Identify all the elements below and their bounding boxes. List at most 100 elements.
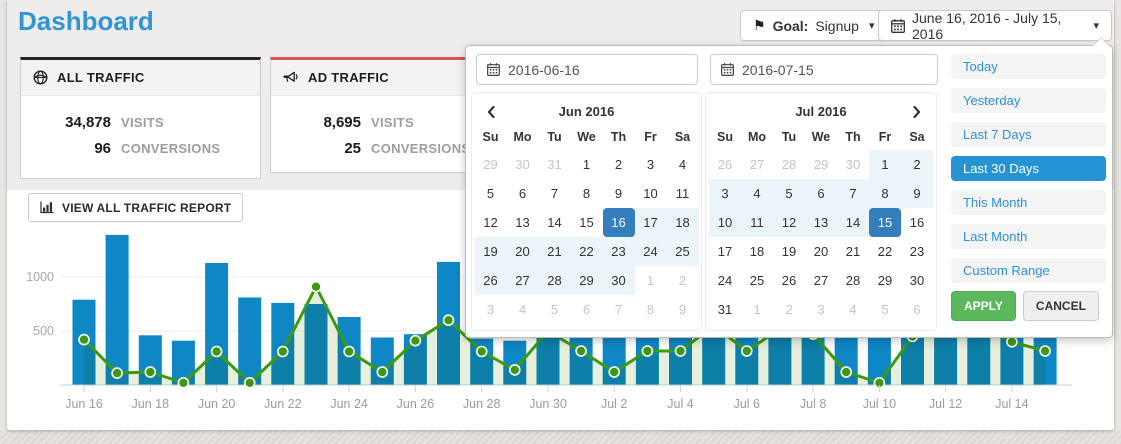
calendar-day[interactable]: 19 <box>475 237 507 266</box>
calendar-day[interactable]: 13 <box>507 208 539 237</box>
calendar-day[interactable]: 28 <box>837 266 869 295</box>
calendar-day[interactable]: 25 <box>667 237 699 266</box>
calendar-day[interactable]: 14 <box>837 208 869 237</box>
calendar-day[interactable]: 21 <box>539 237 571 266</box>
calendar-day[interactable]: 2 <box>773 295 805 324</box>
calendar-day[interactable]: 16 <box>603 208 635 237</box>
calendar-day[interactable]: 25 <box>741 266 773 295</box>
calendar-day[interactable]: 30 <box>507 150 539 179</box>
end-date-input[interactable] <box>742 62 927 78</box>
calendar-day[interactable]: 31 <box>539 150 571 179</box>
calendar-day[interactable]: 24 <box>635 237 667 266</box>
calendar-day[interactable]: 4 <box>667 150 699 179</box>
calendar-day[interactable]: 29 <box>869 266 901 295</box>
calendar-day[interactable]: 23 <box>901 237 933 266</box>
calendar-day[interactable]: 24 <box>709 266 741 295</box>
calendar-day[interactable]: 7 <box>539 179 571 208</box>
calendar-day[interactable]: 20 <box>805 237 837 266</box>
calendar-day[interactable]: 28 <box>539 266 571 295</box>
calendar-day[interactable]: 1 <box>741 295 773 324</box>
calendar-day[interactable]: 23 <box>603 237 635 266</box>
calendar-day[interactable]: 18 <box>741 237 773 266</box>
calendar-day[interactable]: 6 <box>901 295 933 324</box>
calendar-day[interactable]: 8 <box>571 179 603 208</box>
calendar-day[interactable]: 9 <box>603 179 635 208</box>
calendar-day[interactable]: 6 <box>507 179 539 208</box>
calendar-day[interactable]: 6 <box>805 179 837 208</box>
calendar-day[interactable]: 1 <box>571 150 603 179</box>
range-option-custom-range[interactable]: Custom Range <box>951 258 1106 283</box>
calendar-day[interactable]: 10 <box>709 208 741 237</box>
calendar-day[interactable]: 27 <box>507 266 539 295</box>
calendar-day[interactable]: 10 <box>635 179 667 208</box>
calendar-day[interactable]: 9 <box>667 295 699 324</box>
calendar-day[interactable]: 6 <box>571 295 603 324</box>
range-option-last-7-days[interactable]: Last 7 Days <box>951 122 1106 147</box>
apply-button[interactable]: APPLY <box>951 291 1016 321</box>
calendar-day[interactable]: 22 <box>869 237 901 266</box>
calendar-day[interactable]: 29 <box>571 266 603 295</box>
calendar-day[interactable]: 2 <box>603 150 635 179</box>
calendar-day[interactable]: 27 <box>805 266 837 295</box>
calendar-day[interactable]: 30 <box>603 266 635 295</box>
calendar-day[interactable]: 7 <box>603 295 635 324</box>
calendar-day[interactable]: 21 <box>837 237 869 266</box>
prev-month-button[interactable] <box>479 98 503 125</box>
view-all-traffic-report-button[interactable]: VIEW ALL TRAFFIC REPORT <box>28 193 243 222</box>
calendar-day[interactable]: 17 <box>709 237 741 266</box>
calendar-day[interactable]: 11 <box>667 179 699 208</box>
calendar-day[interactable]: 26 <box>709 150 741 179</box>
calendar-day[interactable]: 27 <box>741 150 773 179</box>
calendar-day[interactable]: 28 <box>773 150 805 179</box>
goal-dropdown-button[interactable]: ⚑ Goal: Signup ▾ <box>740 10 887 41</box>
calendar-day[interactable]: 8 <box>635 295 667 324</box>
calendar-day[interactable]: 26 <box>773 266 805 295</box>
calendar-day[interactable]: 16 <box>901 208 933 237</box>
calendar-day[interactable]: 18 <box>667 208 699 237</box>
calendar-day[interactable]: 13 <box>805 208 837 237</box>
range-option-today[interactable]: Today <box>951 54 1106 79</box>
calendar-day[interactable]: 26 <box>475 266 507 295</box>
calendar-day[interactable]: 2 <box>667 266 699 295</box>
calendar-day[interactable]: 5 <box>475 179 507 208</box>
range-option-last-30-days[interactable]: Last 30 Days <box>951 156 1106 181</box>
calendar-day[interactable]: 31 <box>709 295 741 324</box>
calendar-day[interactable]: 15 <box>869 208 901 237</box>
date-range-dropdown-button[interactable]: June 16, 2016 - July 15, 2016 ▾ <box>878 10 1112 41</box>
calendar-day[interactable]: 3 <box>635 150 667 179</box>
calendar-day[interactable]: 15 <box>571 208 603 237</box>
calendar-day[interactable]: 30 <box>901 266 933 295</box>
calendar-day[interactable]: 7 <box>837 179 869 208</box>
calendar-day[interactable]: 11 <box>741 208 773 237</box>
calendar-day[interactable]: 29 <box>805 150 837 179</box>
calendar-day[interactable]: 1 <box>635 266 667 295</box>
calendar-day[interactable]: 19 <box>773 237 805 266</box>
calendar-day[interactable]: 5 <box>539 295 571 324</box>
calendar-day[interactable]: 14 <box>539 208 571 237</box>
calendar-day[interactable]: 8 <box>869 179 901 208</box>
start-date-input[interactable] <box>508 62 687 78</box>
calendar-day[interactable]: 3 <box>805 295 837 324</box>
calendar-day[interactable]: 4 <box>507 295 539 324</box>
calendar-day[interactable]: 4 <box>741 179 773 208</box>
calendar-day[interactable]: 17 <box>635 208 667 237</box>
calendar-day[interactable]: 12 <box>475 208 507 237</box>
calendar-day[interactable]: 5 <box>773 179 805 208</box>
calendar-day[interactable]: 20 <box>507 237 539 266</box>
next-month-button[interactable] <box>905 98 929 125</box>
calendar-day[interactable]: 1 <box>869 150 901 179</box>
range-option-this-month[interactable]: This Month <box>951 190 1106 215</box>
calendar-day[interactable]: 5 <box>869 295 901 324</box>
calendar-day[interactable]: 30 <box>837 150 869 179</box>
calendar-day[interactable]: 4 <box>837 295 869 324</box>
cancel-button[interactable]: CANCEL <box>1023 291 1099 321</box>
calendar-day[interactable]: 22 <box>571 237 603 266</box>
calendar-day[interactable]: 3 <box>709 179 741 208</box>
calendar-day[interactable]: 29 <box>475 150 507 179</box>
calendar-day[interactable]: 12 <box>773 208 805 237</box>
range-option-yesterday[interactable]: Yesterday <box>951 88 1106 113</box>
calendar-day[interactable]: 9 <box>901 179 933 208</box>
calendar-day[interactable]: 2 <box>901 150 933 179</box>
range-option-last-month[interactable]: Last Month <box>951 224 1106 249</box>
calendar-day[interactable]: 3 <box>475 295 507 324</box>
